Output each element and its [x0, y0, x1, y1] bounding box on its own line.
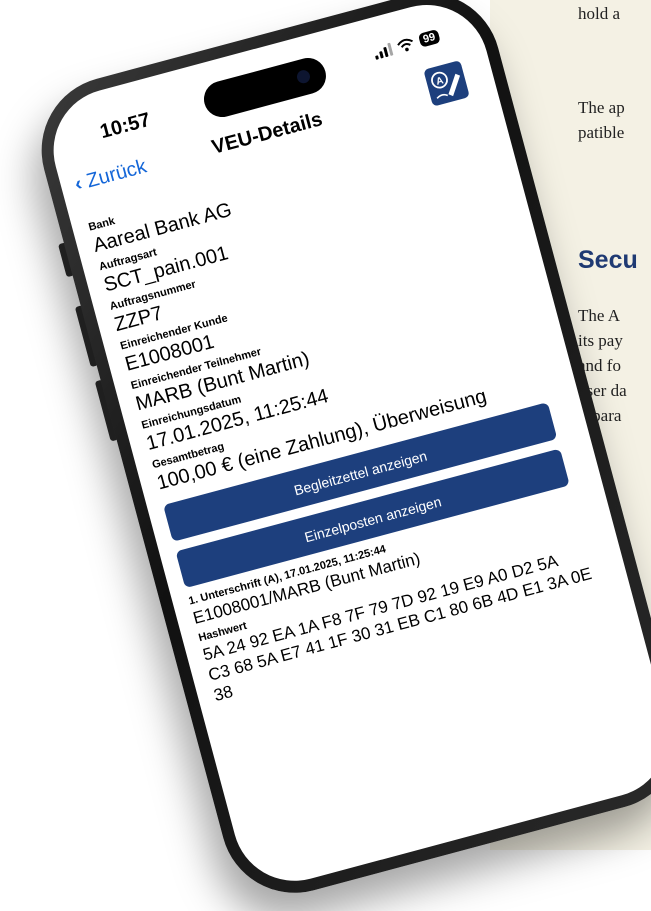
svg-text:A: A — [435, 75, 445, 87]
battery-indicator: 99 — [417, 28, 441, 48]
doc-text-line: its pay — [578, 331, 623, 350]
status-time: 10:57 — [97, 108, 153, 144]
signal-icon — [372, 42, 394, 60]
doc-text-line: The A — [578, 306, 621, 325]
wifi-icon — [396, 38, 413, 51]
status-icons: 99 — [372, 28, 441, 60]
doc-text-line: hold a — [578, 4, 621, 23]
doc-section-heading: Secu — [578, 246, 638, 274]
chevron-left-icon: ‹ — [72, 172, 85, 196]
doc-text-line: patible — [578, 123, 625, 142]
back-label: Zurück — [84, 155, 149, 193]
signature-pen-icon[interactable]: A — [423, 60, 470, 107]
camera-icon — [295, 68, 312, 85]
doc-text-line: The ap — [578, 98, 625, 117]
doc-text-line: and fo — [578, 356, 621, 375]
back-button[interactable]: ‹ Zurück — [72, 155, 149, 196]
